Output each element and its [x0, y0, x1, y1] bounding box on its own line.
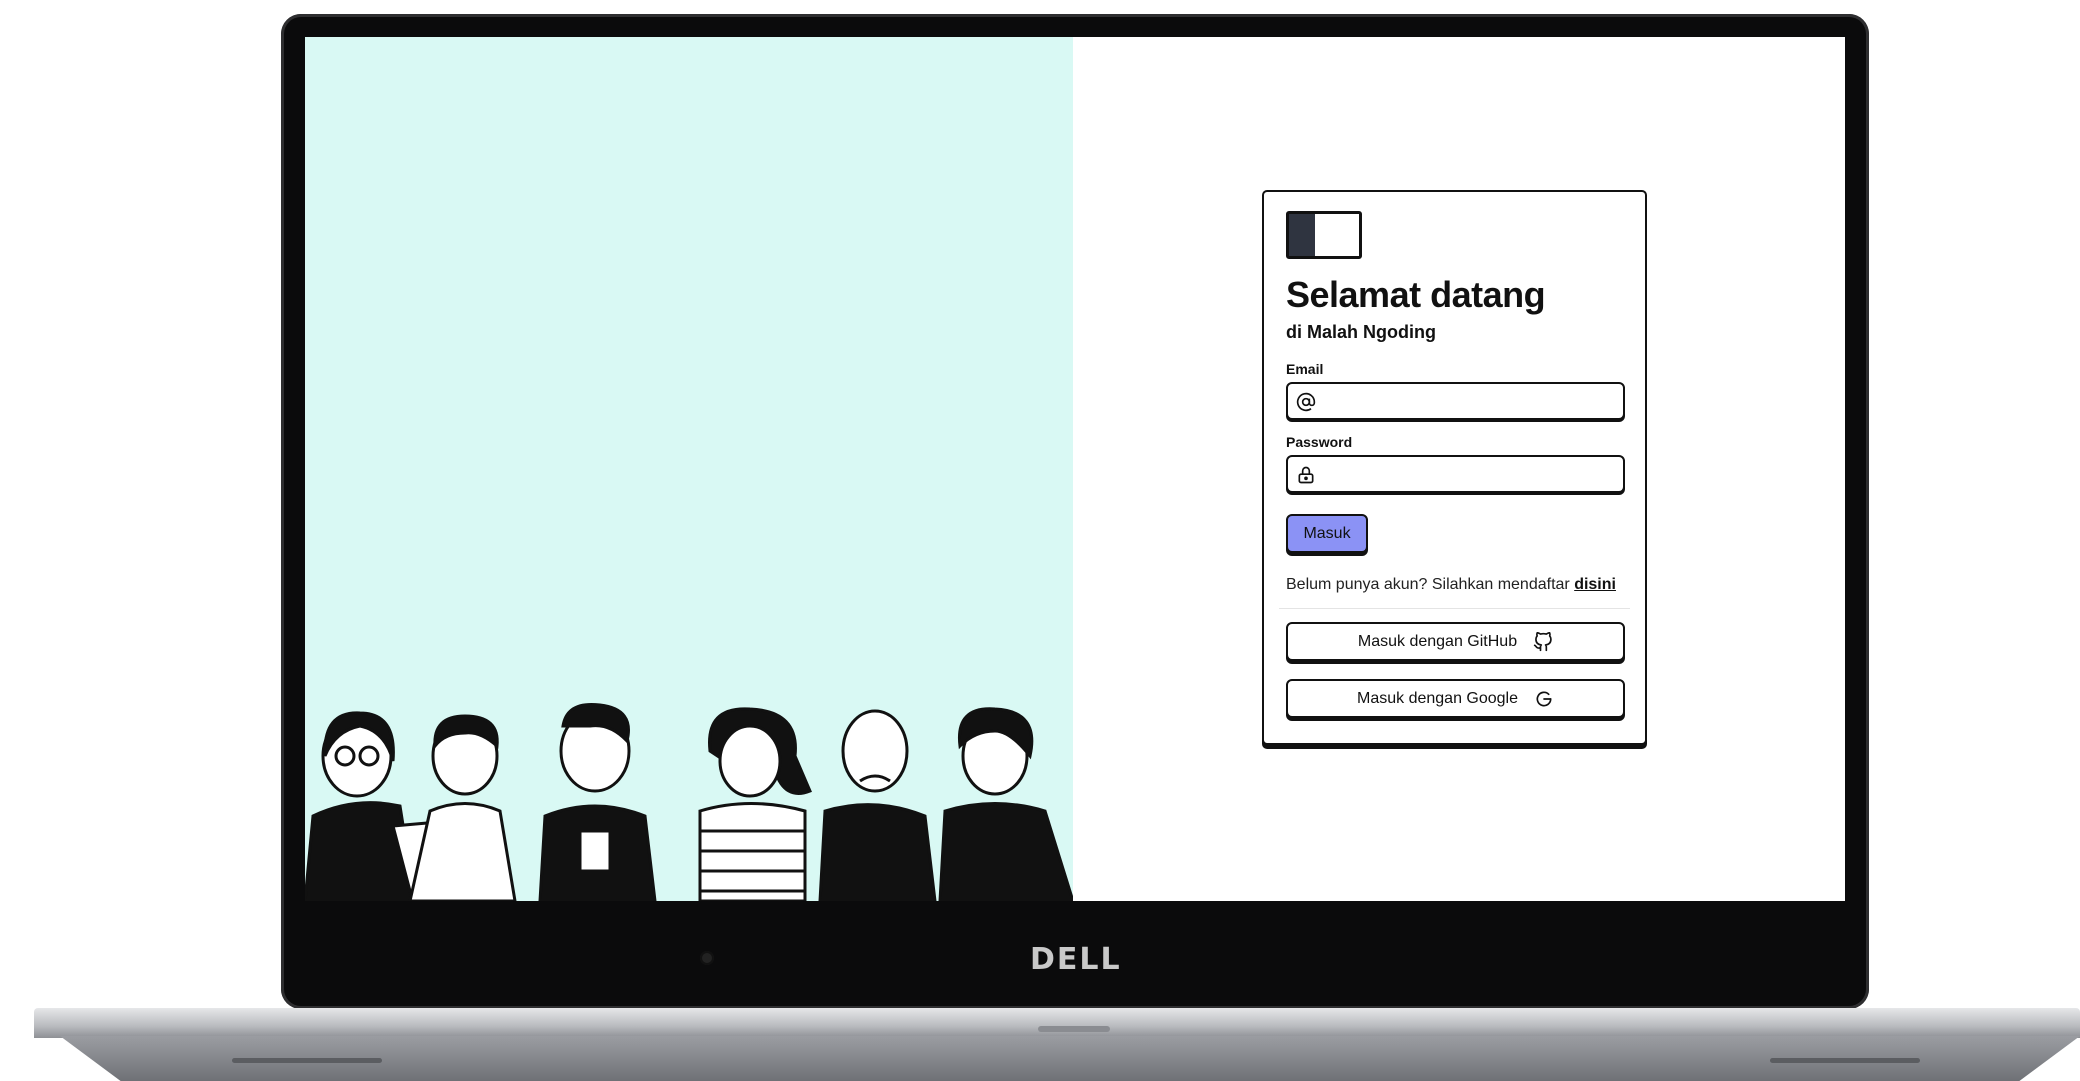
register-prompt: Belum punya akun? Silahkan mendaftar dis… — [1286, 576, 1616, 594]
github-login-label: Masuk dengan GitHub — [1357, 632, 1518, 650]
google-login-label: Masuk dengan Google — [1357, 689, 1518, 707]
register-link[interactable]: disini — [1574, 576, 1616, 593]
password-input[interactable] — [1324, 461, 1615, 489]
screen: Selamat datang di Malah Ngoding Email Pa… — [305, 37, 1845, 901]
email-label: Email — [1286, 361, 1324, 377]
laptop-brand-logo: DELL — [1030, 942, 1122, 977]
password-label: Password — [1286, 434, 1353, 450]
people-illustration — [305, 702, 1073, 901]
password-field[interactable] — [1286, 455, 1625, 493]
webcam — [700, 951, 714, 965]
at-icon — [1296, 392, 1316, 412]
google-icon — [1536, 691, 1552, 706]
email-input[interactable] — [1324, 388, 1615, 416]
page-subtitle: di Malah Ngoding — [1286, 322, 1436, 342]
sidebar-logo-icon — [1286, 211, 1362, 259]
laptop-notch — [1038, 1026, 1110, 1032]
lock-icon — [1298, 466, 1314, 484]
laptop-vent-right — [1770, 1058, 1920, 1063]
divider — [1279, 608, 1630, 609]
register-text: Belum punya akun? Silahkan mendaftar — [1286, 576, 1570, 593]
github-login-button[interactable]: Masuk dengan GitHub — [1286, 622, 1625, 661]
email-field[interactable] — [1286, 382, 1625, 420]
page-title: Selamat datang — [1286, 274, 1546, 315]
github-icon — [1533, 631, 1552, 651]
illustration-panel — [305, 37, 1073, 901]
login-card: Selamat datang di Malah Ngoding Email Pa… — [1262, 190, 1647, 745]
laptop-vent-left — [232, 1058, 382, 1063]
login-button[interactable]: Masuk — [1286, 514, 1368, 553]
google-login-button[interactable]: Masuk dengan Google — [1286, 679, 1625, 718]
laptop-base — [34, 1008, 2080, 1038]
